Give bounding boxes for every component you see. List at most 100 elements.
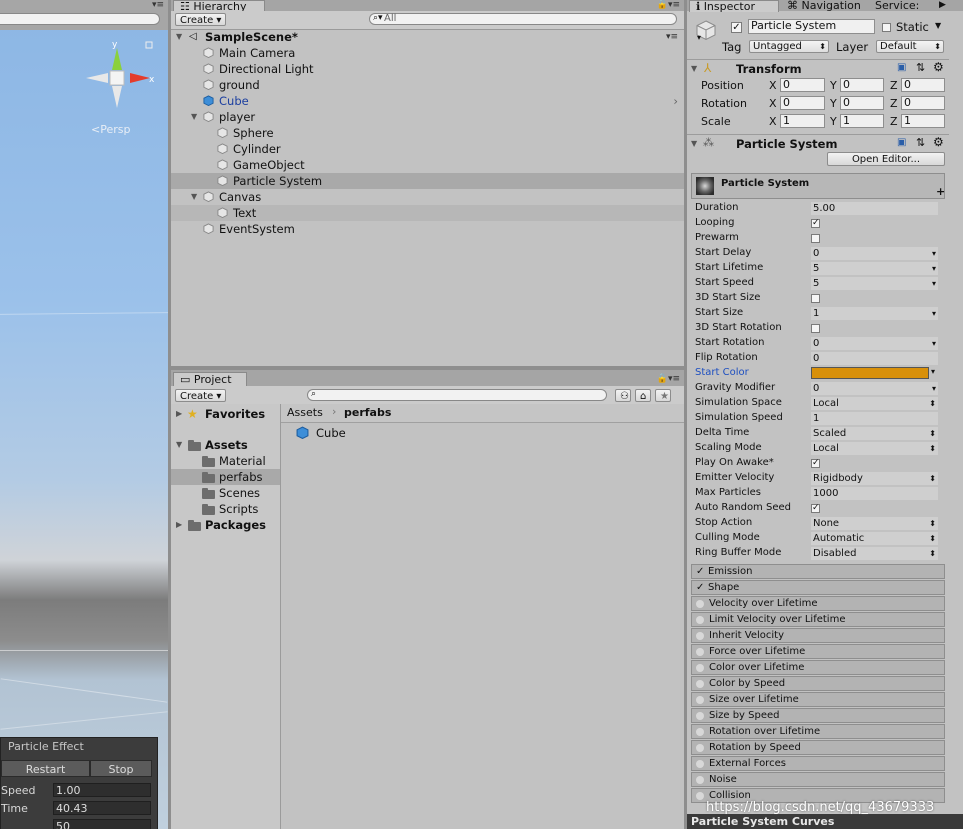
module-toggle-icon[interactable] bbox=[696, 664, 704, 672]
module-color-by-speed[interactable]: Color by Speed bbox=[691, 676, 945, 691]
chevron-down-icon[interactable]: ▾ bbox=[931, 367, 935, 376]
main-module-header[interactable]: Particle System + bbox=[691, 173, 945, 199]
scene-view[interactable]: ▾≡ y x <Persp Particle Effect Restart St… bbox=[0, 0, 168, 829]
module-toggle-icon[interactable] bbox=[696, 776, 704, 784]
particle-system-curves-bar[interactable]: Particle System Curves bbox=[687, 814, 963, 829]
fold-arrow-icon[interactable]: ▼ bbox=[691, 139, 697, 148]
hierarchy-item-cube[interactable]: Cube › bbox=[171, 93, 684, 109]
chevron-down-icon[interactable]: ▾ bbox=[697, 33, 701, 42]
hierarchy-item-ground[interactable]: ground bbox=[171, 77, 684, 93]
module-noise[interactable]: Noise bbox=[691, 772, 945, 787]
filter-type-icon[interactable]: ⚇ bbox=[615, 389, 631, 402]
fold-arrow-icon[interactable]: ▼ bbox=[191, 189, 197, 205]
start-rotation-field[interactable]: 0 bbox=[811, 337, 938, 350]
hierarchy-search-input[interactable]: ⌕▾ All bbox=[369, 13, 677, 25]
hierarchy-item-sphere[interactable]: Sphere bbox=[171, 125, 684, 141]
module-toggle-icon[interactable] bbox=[696, 760, 704, 768]
fold-arrow-icon[interactable]: ▼ bbox=[691, 64, 697, 73]
scene-menu-icon[interactable]: ▾≡ bbox=[666, 29, 678, 45]
emitter-velocity-field[interactable]: Rigidbody bbox=[811, 472, 938, 485]
persp-label[interactable]: <Persp bbox=[91, 123, 130, 136]
fold-arrow-icon[interactable]: ▶ bbox=[176, 406, 182, 422]
module-rotation-over-lifetime[interactable]: Rotation over Lifetime bbox=[691, 724, 945, 739]
flip-rotation-field[interactable]: 0 bbox=[811, 352, 938, 365]
tree-favorites[interactable]: ▶ ★ Favorites bbox=[171, 406, 280, 422]
hierarchy-menu-icon[interactable]: 🔒▾≡ bbox=[657, 0, 680, 10]
tree-folder-perfabs[interactable]: perfabs bbox=[171, 469, 280, 485]
fold-arrow-icon[interactable]: ▼ bbox=[176, 437, 182, 453]
rotation-y-field[interactable]: 0 bbox=[840, 96, 884, 110]
hierarchy-create-button[interactable]: Create ▾ bbox=[175, 13, 227, 26]
scale-x-field[interactable]: 1 bbox=[780, 114, 825, 128]
play-on-awake-checkbox[interactable]: ✓ bbox=[811, 459, 820, 468]
project-search-input[interactable]: ⌕ bbox=[307, 389, 607, 401]
start-speed-field[interactable]: 5 bbox=[811, 277, 938, 290]
layer-dropdown[interactable]: Default bbox=[876, 40, 944, 53]
fold-arrow-icon[interactable]: ▼ bbox=[191, 109, 197, 125]
filter-label-icon[interactable]: ⌂ bbox=[635, 389, 651, 402]
asset-item-cube[interactable]: Cube bbox=[296, 425, 376, 441]
orientation-gizmo[interactable]: y x bbox=[86, 40, 156, 112]
chevron-down-icon[interactable]: ▼ bbox=[935, 21, 941, 30]
rotation-x-field[interactable]: 0 bbox=[780, 96, 825, 110]
start-delay-field[interactable]: 0 bbox=[811, 247, 938, 260]
module-toggle-icon[interactable] bbox=[696, 616, 704, 624]
hierarchy-item-canvas[interactable]: ▼ Canvas bbox=[171, 189, 684, 205]
tab-navigation[interactable]: ⌘ Navigation bbox=[781, 0, 867, 11]
help-book-icon[interactable]: ▣ bbox=[897, 137, 906, 148]
scale-z-field[interactable]: 1 bbox=[901, 114, 945, 128]
presets-icon[interactable]: ⇅ bbox=[916, 136, 925, 149]
stop-action-field[interactable]: None bbox=[811, 517, 938, 530]
module-toggle-icon[interactable] bbox=[696, 792, 704, 800]
delta-time-field[interactable]: Scaled bbox=[811, 427, 938, 440]
prewarm-checkbox[interactable] bbox=[811, 234, 820, 243]
tab-overflow-icon[interactable]: ▶ bbox=[939, 0, 946, 10]
particles-field[interactable]: 50 bbox=[53, 819, 151, 829]
start-lifetime-field[interactable]: 5 bbox=[811, 262, 938, 275]
module-toggle-icon[interactable] bbox=[696, 696, 704, 704]
module-toggle-icon[interactable] bbox=[696, 632, 704, 640]
scene-search-input[interactable] bbox=[0, 13, 160, 25]
breadcrumb-assets[interactable]: Assets bbox=[287, 406, 323, 419]
3d-start-rotation-checkbox[interactable] bbox=[811, 324, 820, 333]
tab-project[interactable]: ▭ Project bbox=[173, 372, 247, 387]
module-emission[interactable]: ✓ Emission bbox=[691, 564, 945, 579]
chevron-right-icon[interactable]: › bbox=[673, 93, 678, 109]
hierarchy-item-cylinder[interactable]: Cylinder bbox=[171, 141, 684, 157]
position-y-field[interactable]: 0 bbox=[840, 78, 884, 92]
object-name-field[interactable]: Particle System bbox=[748, 19, 875, 34]
module-size-over-lifetime[interactable]: Size over Lifetime bbox=[691, 692, 945, 707]
ring-buffer-mode-field[interactable]: Disabled bbox=[811, 547, 938, 560]
culling-mode-field[interactable]: Automatic bbox=[811, 532, 938, 545]
add-icon[interactable]: + bbox=[936, 185, 945, 198]
hierarchy-item-particle-system[interactable]: Particle System bbox=[171, 173, 684, 189]
duration-field[interactable]: 5.00 bbox=[811, 202, 938, 215]
module-toggle-icon[interactable] bbox=[696, 680, 704, 688]
tab-services[interactable]: Service: bbox=[869, 0, 925, 11]
fold-arrow-icon[interactable]: ▶ bbox=[176, 517, 182, 533]
position-z-field[interactable]: 0 bbox=[901, 78, 945, 92]
scaling-mode-field[interactable]: Local bbox=[811, 442, 938, 455]
module-inherit-velocity[interactable]: Inherit Velocity bbox=[691, 628, 945, 643]
tree-folder-material[interactable]: Material bbox=[171, 453, 280, 469]
checkmark-icon[interactable]: ✓ bbox=[696, 581, 704, 594]
hierarchy-item-gameobject[interactable]: GameObject bbox=[171, 157, 684, 173]
favorite-star-icon[interactable]: ★ bbox=[655, 389, 671, 402]
hierarchy-item-main-camera[interactable]: Main Camera bbox=[171, 45, 684, 61]
open-editor-button[interactable]: Open Editor... bbox=[827, 152, 945, 166]
gear-icon[interactable]: ⚙ bbox=[933, 60, 944, 74]
hierarchy-item-player[interactable]: ▼ player bbox=[171, 109, 684, 125]
module-limit-velocity-over-lifetime[interactable]: Limit Velocity over Lifetime bbox=[691, 612, 945, 627]
position-x-field[interactable]: 0 bbox=[780, 78, 825, 92]
scale-y-field[interactable]: 1 bbox=[840, 114, 884, 128]
object-active-checkbox[interactable]: ✓ bbox=[731, 22, 742, 33]
module-toggle-icon[interactable] bbox=[696, 648, 704, 656]
checkmark-icon[interactable]: ✓ bbox=[696, 565, 704, 578]
presets-icon[interactable]: ⇅ bbox=[916, 61, 925, 74]
max-particles-field[interactable]: 1000 bbox=[811, 487, 938, 500]
transform-header[interactable]: ▼ ⅄ Transform ▣ ⇅ ⚙ bbox=[687, 59, 949, 78]
gravity-modifier-field[interactable]: 0 bbox=[811, 382, 938, 395]
module-toggle-icon[interactable] bbox=[696, 600, 704, 608]
tab-inspector[interactable]: ℹ Inspector bbox=[689, 0, 779, 12]
auto-random-seed-checkbox[interactable]: ✓ bbox=[811, 504, 820, 513]
